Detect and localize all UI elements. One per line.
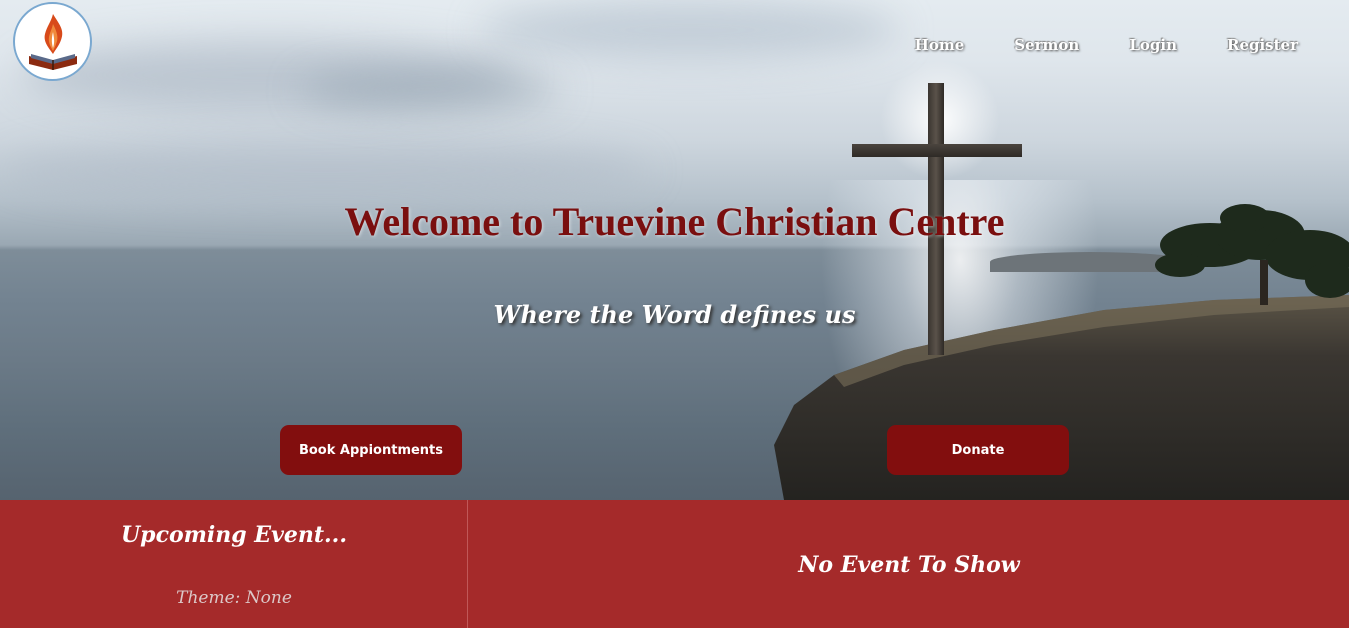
hero-title: Welcome to Truevine Christian Centre: [344, 199, 1005, 244]
no-event-message: No Event To Show: [798, 552, 1020, 578]
cloud: [480, 0, 900, 60]
book-appointments-button[interactable]: Book Appiontments: [280, 425, 462, 475]
events-sidebar: Upcoming Event... Theme: None: [0, 500, 468, 628]
nav-login[interactable]: Login: [1129, 36, 1177, 54]
cloud: [300, 70, 560, 110]
hero-subtitle: Where the Word defines us: [493, 300, 856, 329]
site-logo[interactable]: [13, 2, 92, 81]
nav-register[interactable]: Register: [1227, 36, 1298, 54]
upcoming-event-heading: Upcoming Event...: [121, 522, 347, 548]
nav-sermon[interactable]: Sermon: [1014, 36, 1079, 54]
events-section: Upcoming Event... Theme: None No Event T…: [0, 500, 1349, 628]
nav-home[interactable]: Home: [915, 36, 965, 54]
flame-bible-logo-icon: [28, 13, 77, 70]
hero-section: Home Sermon Login Register Welcome to Tr…: [0, 0, 1349, 500]
cross-horizontal-beam: [852, 144, 1022, 157]
cloud: [0, 140, 650, 200]
donate-button[interactable]: Donate: [887, 425, 1069, 475]
main-navigation: Home Sermon Login Register: [865, 36, 1298, 54]
event-theme: Theme: None: [176, 588, 292, 608]
